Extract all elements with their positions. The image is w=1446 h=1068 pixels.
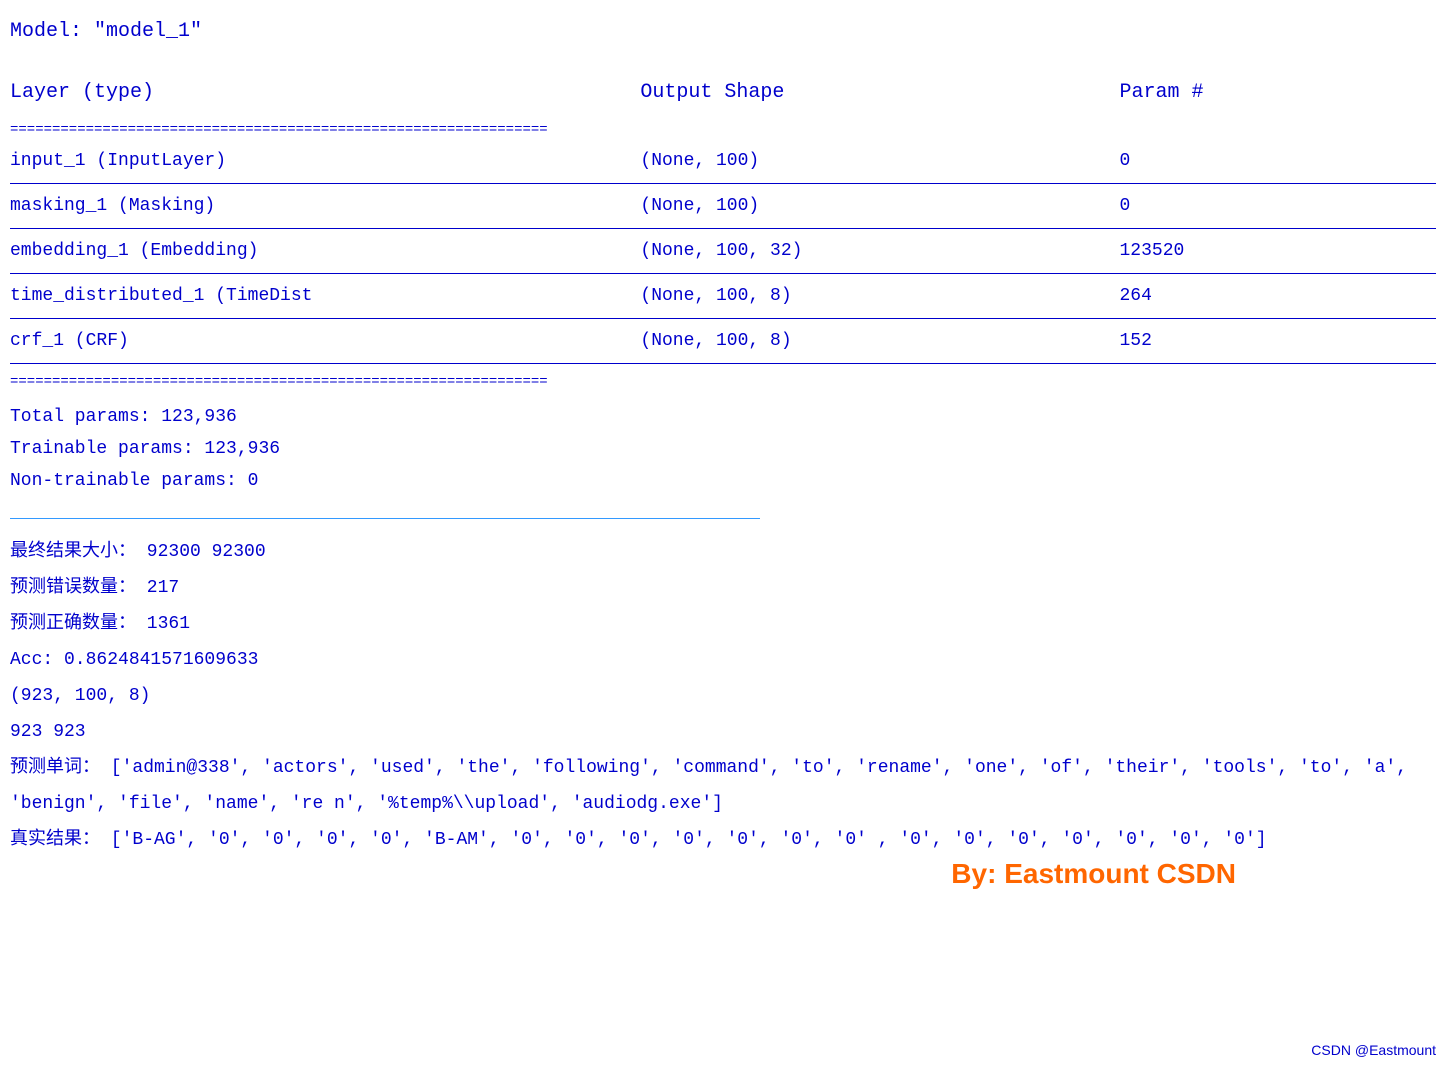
table-row: embedding_1 (Embedding)(None, 100, 32)12… (10, 228, 1436, 273)
table-row: masking_1 (Masking)(None, 100)0 (10, 183, 1436, 228)
prediction-errors: 预测错误数量： 217 (10, 570, 1436, 606)
header-layer: Layer (type) (10, 73, 580, 112)
prediction-correct: 预测正确数量： 1361 (10, 606, 1436, 642)
table-row: time_distributed_1 (TimeDist(None, 100, … (10, 273, 1436, 318)
table-row: crf_1 (CRF)(None, 100, 8)152 (10, 318, 1436, 363)
cell-layer: time_distributed_1 (TimeDist (10, 273, 580, 318)
bottom-watermark: CSDN @Eastmount (1311, 1042, 1436, 1058)
cell-param: 152 (1079, 318, 1436, 363)
header-separator: ========================================… (10, 122, 1436, 139)
header-output: Output Shape (580, 73, 1079, 112)
params-section: Total params: 123,936 Trainable params: … (10, 401, 1436, 498)
cell-layer: masking_1 (Masking) (10, 183, 580, 228)
cell-output: (None, 100, 32) (580, 228, 1079, 273)
cell-output: (None, 100, 8) (580, 273, 1079, 318)
header-param: Param # (1079, 73, 1436, 112)
final-size: 最终结果大小： 92300 92300 (10, 534, 1436, 570)
cell-output: (None, 100) (580, 183, 1079, 228)
cell-param: 264 (1079, 273, 1436, 318)
results-section: 最终结果大小： 92300 92300 预测错误数量： 217 预测正确数量： … (10, 534, 1436, 858)
shape: (923, 100, 8) (10, 678, 1436, 714)
cell-output: (None, 100) (580, 139, 1079, 184)
cell-param: 0 (1079, 139, 1436, 184)
cell-output: (None, 100, 8) (580, 318, 1079, 363)
model-title: Model: "model_1" (10, 20, 1436, 43)
non-trainable-params: Non-trainable params: 0 (10, 465, 1436, 497)
cell-param: 0 (1079, 183, 1436, 228)
table-row: input_1 (InputLayer)(None, 100)0 (10, 139, 1436, 184)
acc: Acc: 0.8624841571609633 (10, 642, 1436, 678)
true-result: 真实结果： ['B-AG', '0', '0', '0', '0', 'B-AM… (10, 822, 1436, 858)
cell-layer: embedding_1 (Embedding) (10, 228, 580, 273)
watermark: By: Eastmount CSDN (951, 858, 1236, 890)
trainable-params: Trainable params: 123,936 (10, 433, 1436, 465)
total-params: Total params: 123,936 (10, 401, 1436, 433)
footer-separator: ========================================… (10, 374, 1436, 391)
predicted-words: 预测单词： ['admin@338', 'actors', 'used', 't… (10, 750, 1436, 822)
count: 923 923 (10, 714, 1436, 750)
cell-layer: input_1 (InputLayer) (10, 139, 580, 184)
divider (10, 518, 760, 519)
cell-layer: crf_1 (CRF) (10, 318, 580, 363)
cell-param: 123520 (1079, 228, 1436, 273)
